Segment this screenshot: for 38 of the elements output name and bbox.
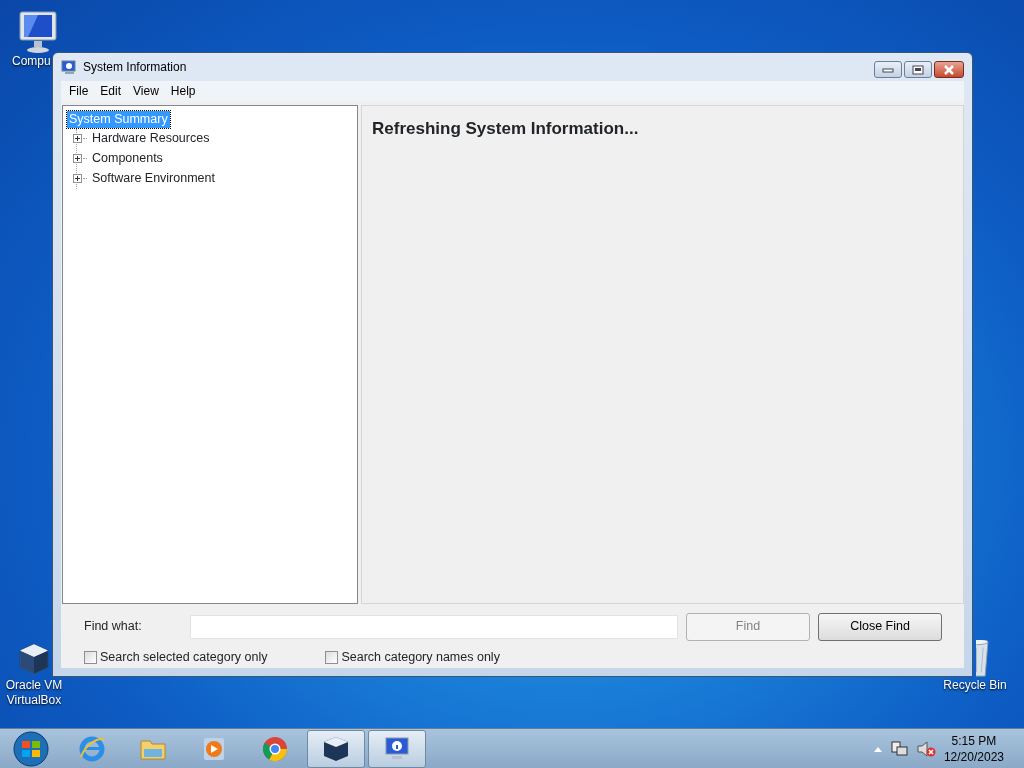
checkbox[interactable] [84,651,97,665]
clock[interactable]: 5:15 PM 12/20/2023 [943,732,1004,765]
virtualbox-icon [322,734,350,763]
minimize-button[interactable] [874,61,902,78]
expand-icon[interactable] [73,154,82,163]
chrome-icon[interactable] [261,734,289,763]
window-title: System Information [83,59,187,76]
status-heading: Refreshing System Information... [372,118,640,140]
minimize-icon [882,66,894,73]
checkbox[interactable] [325,651,339,665]
menu-item[interactable]: File [63,82,95,100]
taskbar-button[interactable] [368,729,426,768]
menu-item[interactable]: Edit [94,82,128,100]
checkbox-label: Search category names only [341,649,500,667]
close-icon [943,64,955,75]
checkbox-label: Search selected category only [100,649,268,667]
menu-item[interactable]: Help [164,82,202,100]
taskbar-button[interactable] [307,729,365,768]
computer-icon[interactable] [16,10,60,54]
menu-item[interactable]: View [127,82,165,100]
network-icon[interactable] [889,739,908,758]
maximize-icon [912,64,924,75]
volume-muted-icon[interactable] [915,739,936,758]
maximize-button[interactable] [904,61,932,78]
expand-icon[interactable] [73,134,82,143]
field-label: Find what: [84,618,142,636]
icon-label[interactable]: Recycle Bin [943,678,1007,693]
tree-item[interactable]: Hardware Resources [90,130,212,147]
tree-item[interactable]: Components [90,150,165,167]
find-field[interactable] [189,614,678,639]
start-button[interactable] [11,728,51,768]
close-button[interactable] [934,61,964,78]
expand-icon[interactable] [73,174,82,183]
icon-label[interactable]: Oracle VM VirtualBox [0,678,72,708]
close-find-button[interactable]: Close Find [818,612,942,641]
tree-item[interactable]: Software Environment [90,170,217,187]
icon-label[interactable]: Compu [12,54,51,69]
app-icon [61,59,77,75]
